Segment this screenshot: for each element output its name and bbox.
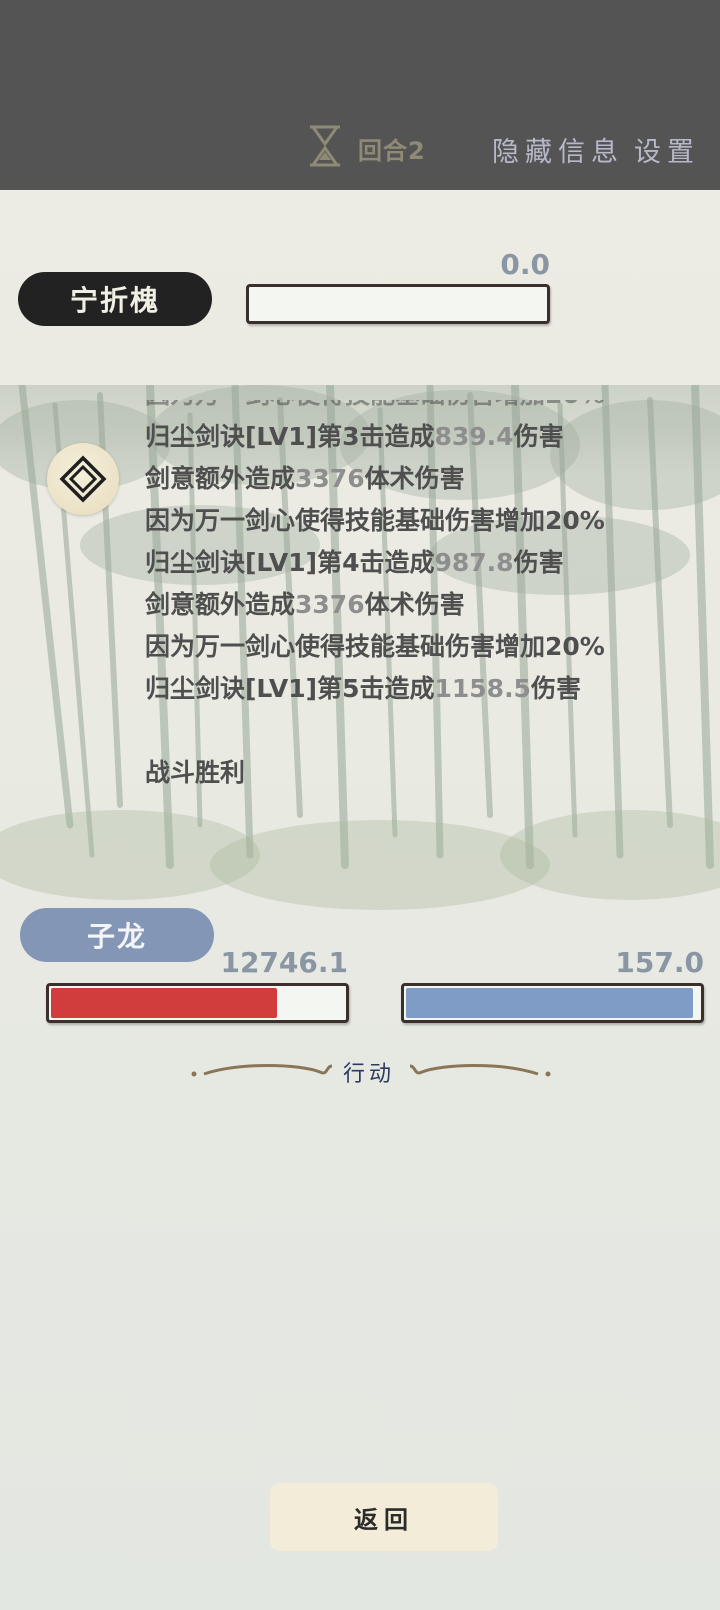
enemy-name-badge: 宁折槐 — [18, 272, 212, 326]
log-number: 3376 — [295, 464, 365, 493]
log-number: 839.4 — [434, 422, 514, 451]
player-mp-bar — [401, 983, 704, 1023]
log-number: 3376 — [295, 590, 365, 619]
log-line: 剑意额外造成3376体术伤害 — [145, 458, 705, 500]
log-number: 987.8 — [434, 548, 514, 577]
log-text: 归尘剑诀[LV1]第5击造成 — [145, 674, 435, 703]
log-text: 因为万一剑心使得技能基础伤害增加20% — [145, 506, 605, 535]
return-button[interactable]: 返回 — [270, 1483, 498, 1551]
player-name-badge: 子龙 — [20, 908, 214, 962]
player-mp-bar-fill — [406, 988, 693, 1018]
log-line: 归尘剑诀[LV1]第5击造成1158.5伤害 — [145, 668, 705, 710]
battle-result: 战斗胜利 — [145, 758, 246, 787]
log-line-partial: 因为万一剑心使得技能基础伤害增加20% — [145, 400, 705, 416]
player-hp-value: 12746.1 — [220, 946, 348, 979]
hourglass-icon — [310, 125, 340, 167]
log-text: 体术伤害 — [364, 464, 465, 493]
diamond-icon — [59, 455, 107, 503]
log-number: 1158.5 — [434, 674, 531, 703]
log-text: 剑意额外造成 — [145, 590, 296, 619]
round-counter: 回合2 — [358, 137, 426, 165]
battle-log[interactable]: 因为万一剑心使得技能基础伤害增加20% 归尘剑诀[LV1]第3击造成839.4伤… — [145, 400, 705, 820]
enemy-bar — [246, 284, 550, 324]
log-text: 伤害 — [513, 548, 564, 577]
log-text: 体术伤害 — [364, 590, 465, 619]
log-text: 归尘剑诀[LV1]第4击造成 — [145, 548, 435, 577]
skill-icon[interactable] — [47, 443, 119, 515]
log-text: 归尘剑诀[LV1]第3击造成 — [145, 422, 435, 451]
hide-info-button[interactable]: 隐藏信息 — [492, 130, 624, 169]
log-line: 归尘剑诀[LV1]第4击造成987.8伤害 — [145, 542, 705, 584]
log-line: 剑意额外造成3376体术伤害 — [145, 584, 705, 626]
log-line: 因为万一剑心使得技能基础伤害增加20% — [145, 626, 705, 668]
settings-button[interactable]: 设置 — [634, 130, 700, 169]
action-label: 行动 — [342, 1062, 395, 1087]
top-bar: 回合2 隐藏信息 设置 — [0, 0, 720, 190]
enemy-bar-value: 0.0 — [500, 248, 550, 281]
log-text: 因为万一剑心使得技能基础伤害增加20% — [145, 632, 605, 661]
log-text: 剑意额外造成 — [145, 464, 296, 493]
player-hp-bar — [46, 983, 349, 1023]
player-hp-bar-fill — [51, 988, 277, 1018]
log-text: 伤害 — [513, 422, 564, 451]
player-mp-value: 157.0 — [615, 946, 704, 979]
log-text: 伤害 — [530, 674, 581, 703]
log-line: 归尘剑诀[LV1]第3击造成839.4伤害 — [145, 416, 705, 458]
log-line: 因为万一剑心使得技能基础伤害增加20% — [145, 500, 705, 542]
